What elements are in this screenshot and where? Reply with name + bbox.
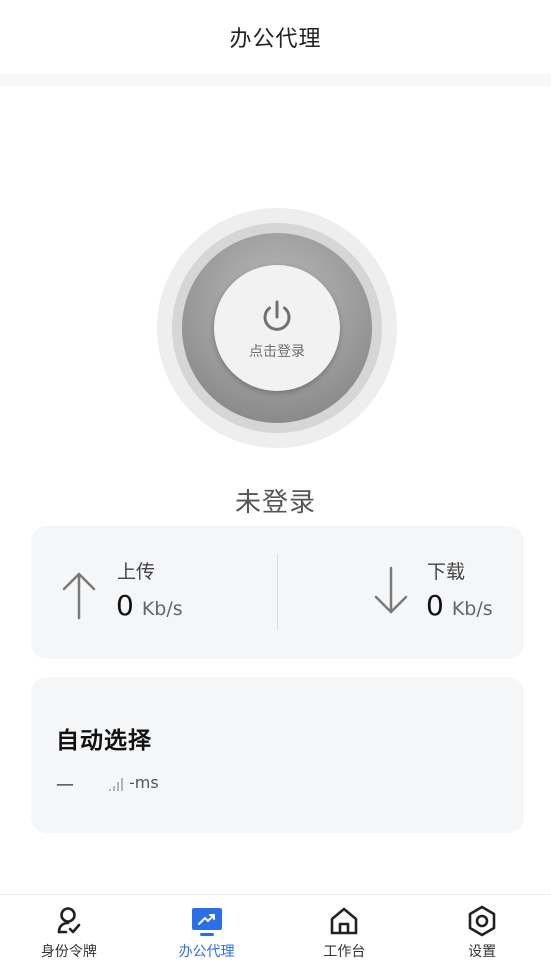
trend-chart-icon (191, 908, 222, 936)
home-icon (331, 907, 358, 935)
login-status: 未登录 (234, 488, 316, 518)
arrow-up-icon (62, 572, 96, 620)
proxy-node-dash: — (56, 774, 74, 795)
tab-workbench[interactable]: 工作台 (276, 895, 414, 963)
speed-card: 上传 0 Kb/s 下载 0 Kb/s (31, 526, 524, 659)
power-icon (263, 300, 291, 331)
upload-value: 0 (116, 589, 134, 622)
download-label: 下载 (427, 561, 466, 583)
download-value: 0 (426, 589, 444, 622)
tab-identity-token-label: 身份令牌 (40, 944, 97, 960)
proxy-node-title: 自动选择 (56, 728, 152, 754)
user-check-icon (57, 907, 81, 934)
tab-settings[interactable]: 设置 (413, 895, 551, 963)
tab-workbench-label: 工作台 (323, 944, 366, 960)
download-unit: Kb/s (451, 598, 493, 620)
upload-unit: Kb/s (141, 598, 183, 620)
bottom-tab-bar: 身份令牌 办公代理 工作台 设置 (0, 894, 551, 963)
tab-office-proxy[interactable]: 办公代理 (138, 895, 276, 963)
arrow-down-icon (374, 566, 408, 614)
download-speed: 0 Kb/s (426, 589, 493, 622)
gear-icon (468, 905, 496, 937)
proxy-node-card[interactable]: 自动选择 — -ms (31, 677, 524, 833)
login-power-button[interactable]: 点击登录 (214, 265, 340, 391)
upload-speed: 0 Kb/s (116, 589, 183, 622)
speed-divider (277, 554, 278, 630)
header-divider (0, 74, 551, 86)
tab-office-proxy-label: 办公代理 (178, 944, 235, 960)
upload-label: 上传 (117, 561, 156, 583)
app-header: 办公代理 (0, 0, 551, 74)
tab-settings-label: 设置 (468, 944, 497, 960)
power-button-label: 点击登录 (249, 344, 305, 360)
tab-identity-token[interactable]: 身份令牌 (0, 895, 138, 963)
signal-icon (109, 778, 123, 791)
latency-value: -ms (129, 773, 159, 792)
power-control: 点击登录 (157, 208, 397, 448)
page-title: 办公代理 (229, 27, 322, 52)
